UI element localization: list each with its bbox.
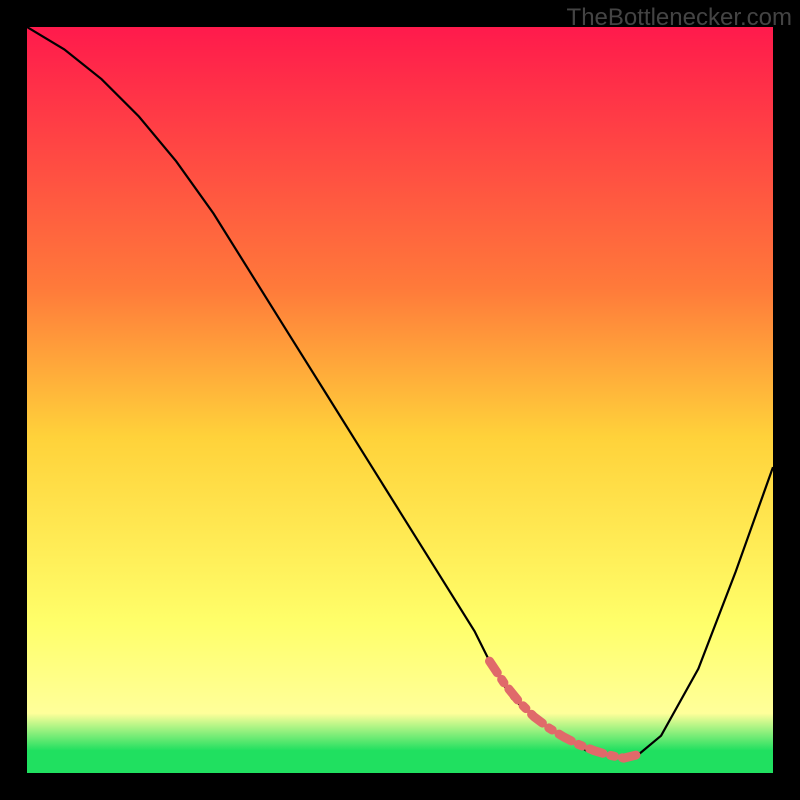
gradient-background: [27, 27, 773, 773]
watermark-text: TheBottlenecker.com: [567, 4, 792, 32]
plot-area: [27, 27, 773, 773]
chart-container: TheBottlenecker.com: [0, 0, 800, 800]
plot-svg: [27, 27, 773, 773]
